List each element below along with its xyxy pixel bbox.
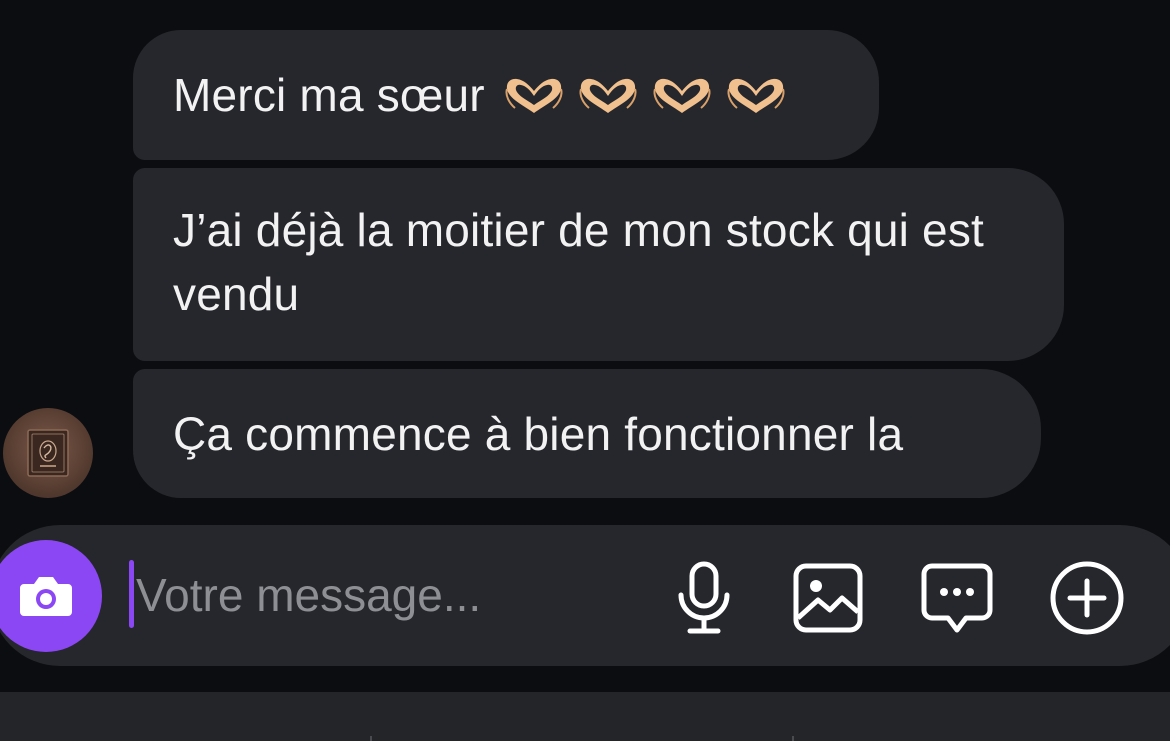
message-bubble[interactable]: Ça commence à bien fonctionner la	[133, 369, 1041, 498]
message-input[interactable]	[136, 560, 636, 630]
image-icon	[793, 563, 863, 633]
heart-hands-emoji	[505, 78, 563, 113]
heart-hands-emoji	[653, 78, 711, 113]
microphone-icon	[678, 561, 730, 634]
message-thread: Merci ma sœur J’ai déjà la moitier de mo…	[0, 0, 1170, 520]
microphone-button[interactable]	[664, 558, 744, 638]
bottom-bar	[0, 692, 1170, 741]
message-bubble[interactable]: Merci ma sœur	[133, 30, 879, 160]
plus-button[interactable]	[1047, 558, 1127, 638]
avatar[interactable]	[3, 408, 93, 498]
message-text: Ça commence à bien fonctionner la	[173, 407, 904, 460]
chat-options-button[interactable]	[917, 558, 997, 638]
text-caret	[129, 560, 134, 628]
heart-hands-emoji-group	[503, 75, 787, 115]
gallery-button[interactable]	[788, 558, 868, 638]
divider	[792, 736, 794, 741]
camera-icon	[20, 577, 72, 616]
message-bubble[interactable]: J’ai déjà la moitier de mon stock qui es…	[133, 168, 1064, 361]
divider	[370, 736, 372, 741]
plus-circle-icon	[1050, 561, 1124, 635]
message-text: J’ai déjà la moitier de mon stock qui es…	[173, 204, 985, 320]
avatar-logo-icon	[27, 429, 69, 477]
message-text: Merci ma sœur	[173, 69, 485, 121]
chat-bubble-icon	[921, 563, 993, 633]
heart-hands-emoji	[727, 78, 785, 113]
heart-hands-emoji	[579, 78, 637, 113]
